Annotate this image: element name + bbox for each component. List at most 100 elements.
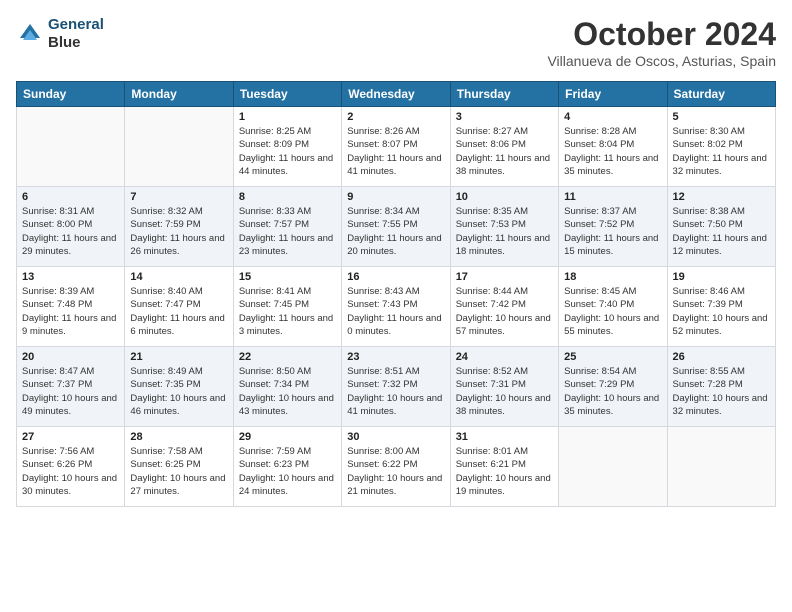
day-number: 31 (456, 431, 553, 443)
day-number: 22 (239, 351, 336, 363)
day-number: 30 (347, 431, 444, 443)
logo: General Blue (16, 16, 104, 52)
day-number: 24 (456, 351, 553, 363)
calendar-week-row: 1 Sunrise: 8:25 AM Sunset: 8:09 PM Daylig… (17, 107, 776, 187)
col-sunday: Sunday (17, 82, 125, 107)
day-number: 23 (347, 351, 444, 363)
table-row (559, 427, 667, 507)
day-info: Sunrise: 8:25 AM Sunset: 8:09 PM Dayligh… (239, 125, 336, 178)
table-row: 17 Sunrise: 8:44 AM Sunset: 7:42 PM Dayli… (450, 267, 558, 347)
calendar-week-row: 13 Sunrise: 8:39 AM Sunset: 7:48 PM Dayli… (17, 267, 776, 347)
day-number: 4 (564, 111, 661, 123)
day-number: 26 (673, 351, 770, 363)
day-info: Sunrise: 8:34 AM Sunset: 7:55 PM Dayligh… (347, 205, 444, 258)
day-info: Sunrise: 8:30 AM Sunset: 8:02 PM Dayligh… (673, 125, 770, 178)
day-info: Sunrise: 8:44 AM Sunset: 7:42 PM Dayligh… (456, 285, 553, 338)
table-row: 13 Sunrise: 8:39 AM Sunset: 7:48 PM Dayli… (17, 267, 125, 347)
table-row: 20 Sunrise: 8:47 AM Sunset: 7:37 PM Dayli… (17, 347, 125, 427)
day-info: Sunrise: 8:52 AM Sunset: 7:31 PM Dayligh… (456, 365, 553, 418)
day-info: Sunrise: 8:50 AM Sunset: 7:34 PM Dayligh… (239, 365, 336, 418)
col-tuesday: Tuesday (233, 82, 341, 107)
day-number: 5 (673, 111, 770, 123)
table-row: 7 Sunrise: 8:32 AM Sunset: 7:59 PM Daylig… (125, 187, 233, 267)
day-info: Sunrise: 8:39 AM Sunset: 7:48 PM Dayligh… (22, 285, 119, 338)
day-info: Sunrise: 8:31 AM Sunset: 8:00 PM Dayligh… (22, 205, 119, 258)
table-row: 10Sunrise: 8:35 AM Sunset: 7:53 PM Dayli… (450, 187, 558, 267)
table-row: 3 Sunrise: 8:27 AM Sunset: 8:06 PM Daylig… (450, 107, 558, 187)
calendar-table: Sunday Monday Tuesday Wednesday Thursday… (16, 81, 776, 507)
day-info: Sunrise: 8:37 AM Sunset: 7:52 PM Dayligh… (564, 205, 661, 258)
table-row: 18 Sunrise: 8:45 AM Sunset: 7:40 PM Dayli… (559, 267, 667, 347)
day-number: 11 (564, 191, 661, 203)
month-title: October 2024 (547, 16, 776, 53)
day-info: Sunrise: 8:26 AM Sunset: 8:07 PM Dayligh… (347, 125, 444, 178)
day-info: Sunrise: 8:55 AM Sunset: 7:28 PM Dayligh… (673, 365, 770, 418)
day-number: 18 (564, 271, 661, 283)
day-number: 12 (673, 191, 770, 203)
table-row: 31Sunrise: 8:01 AM Sunset: 6:21 PM Dayli… (450, 427, 558, 507)
table-row: 27 Sunrise: 7:56 AM Sunset: 6:26 PM Dayli… (17, 427, 125, 507)
col-thursday: Thursday (450, 82, 558, 107)
day-info: Sunrise: 8:51 AM Sunset: 7:32 PM Dayligh… (347, 365, 444, 418)
table-row: 15Sunrise: 8:41 AM Sunset: 7:45 PM Dayli… (233, 267, 341, 347)
day-info: Sunrise: 8:41 AM Sunset: 7:45 PM Dayligh… (239, 285, 336, 338)
table-row (125, 107, 233, 187)
day-info: Sunrise: 7:59 AM Sunset: 6:23 PM Dayligh… (239, 445, 336, 498)
day-number: 21 (130, 351, 227, 363)
table-row: 30 Sunrise: 8:00 AM Sunset: 6:22 PM Dayli… (342, 427, 450, 507)
day-number: 20 (22, 351, 119, 363)
day-info: Sunrise: 8:35 AM Sunset: 7:53 PM Dayligh… (456, 205, 553, 258)
day-info: Sunrise: 8:00 AM Sunset: 6:22 PM Dayligh… (347, 445, 444, 498)
day-info: Sunrise: 8:27 AM Sunset: 8:06 PM Dayligh… (456, 125, 553, 178)
table-row: 23 Sunrise: 8:51 AM Sunset: 7:32 PM Dayli… (342, 347, 450, 427)
header: General Blue October 2024 Villanueva de … (16, 16, 776, 69)
col-saturday: Saturday (667, 82, 775, 107)
day-number: 7 (130, 191, 227, 203)
day-info: Sunrise: 8:33 AM Sunset: 7:57 PM Dayligh… (239, 205, 336, 258)
table-row: 12 Sunrise: 8:38 AM Sunset: 7:50 PM Dayli… (667, 187, 775, 267)
title-area: October 2024 Villanueva de Oscos, Asturi… (547, 16, 776, 69)
day-number: 19 (673, 271, 770, 283)
day-info: Sunrise: 8:46 AM Sunset: 7:39 PM Dayligh… (673, 285, 770, 338)
day-number: 1 (239, 111, 336, 123)
table-row: 5 Sunrise: 8:30 AM Sunset: 8:02 PM Daylig… (667, 107, 775, 187)
day-number: 29 (239, 431, 336, 443)
table-row: 4 Sunrise: 8:28 AM Sunset: 8:04 PM Daylig… (559, 107, 667, 187)
logo-text: General Blue (48, 16, 104, 52)
day-number: 9 (347, 191, 444, 203)
calendar-week-row: 6 Sunrise: 8:31 AM Sunset: 8:00 PM Daylig… (17, 187, 776, 267)
day-info: Sunrise: 7:56 AM Sunset: 6:26 PM Dayligh… (22, 445, 119, 498)
table-row (17, 107, 125, 187)
day-info: Sunrise: 8:28 AM Sunset: 8:04 PM Dayligh… (564, 125, 661, 178)
table-row (667, 427, 775, 507)
day-info: Sunrise: 8:47 AM Sunset: 7:37 PM Dayligh… (22, 365, 119, 418)
location-subtitle: Villanueva de Oscos, Asturias, Spain (547, 53, 776, 69)
day-number: 17 (456, 271, 553, 283)
day-number: 6 (22, 191, 119, 203)
day-info: Sunrise: 8:40 AM Sunset: 7:47 PM Dayligh… (130, 285, 227, 338)
calendar-week-row: 20 Sunrise: 8:47 AM Sunset: 7:37 PM Dayli… (17, 347, 776, 427)
day-info: Sunrise: 8:38 AM Sunset: 7:50 PM Dayligh… (673, 205, 770, 258)
day-info: Sunrise: 8:32 AM Sunset: 7:59 PM Dayligh… (130, 205, 227, 258)
day-number: 28 (130, 431, 227, 443)
calendar-week-row: 27 Sunrise: 7:56 AM Sunset: 6:26 PM Dayli… (17, 427, 776, 507)
table-row: 16Sunrise: 8:43 AM Sunset: 7:43 PM Dayli… (342, 267, 450, 347)
table-row: 26 Sunrise: 8:55 AM Sunset: 7:28 PM Dayli… (667, 347, 775, 427)
col-wednesday: Wednesday (342, 82, 450, 107)
logo-icon (16, 20, 44, 48)
day-number: 3 (456, 111, 553, 123)
table-row: 25Sunrise: 8:54 AM Sunset: 7:29 PM Dayli… (559, 347, 667, 427)
day-number: 27 (22, 431, 119, 443)
calendar-header-row: Sunday Monday Tuesday Wednesday Thursday… (17, 82, 776, 107)
day-info: Sunrise: 8:54 AM Sunset: 7:29 PM Dayligh… (564, 365, 661, 418)
day-info: Sunrise: 8:43 AM Sunset: 7:43 PM Dayligh… (347, 285, 444, 338)
day-info: Sunrise: 8:45 AM Sunset: 7:40 PM Dayligh… (564, 285, 661, 338)
day-number: 13 (22, 271, 119, 283)
table-row: 22 Sunrise: 8:50 AM Sunset: 7:34 PM Dayli… (233, 347, 341, 427)
table-row: 8Sunrise: 8:33 AM Sunset: 7:57 PM Daylig… (233, 187, 341, 267)
table-row: 11 Sunrise: 8:37 AM Sunset: 7:52 PM Dayli… (559, 187, 667, 267)
table-row: 29 Sunrise: 7:59 AM Sunset: 6:23 PM Dayli… (233, 427, 341, 507)
col-friday: Friday (559, 82, 667, 107)
table-row: 6 Sunrise: 8:31 AM Sunset: 8:00 PM Daylig… (17, 187, 125, 267)
table-row: 1 Sunrise: 8:25 AM Sunset: 8:09 PM Daylig… (233, 107, 341, 187)
